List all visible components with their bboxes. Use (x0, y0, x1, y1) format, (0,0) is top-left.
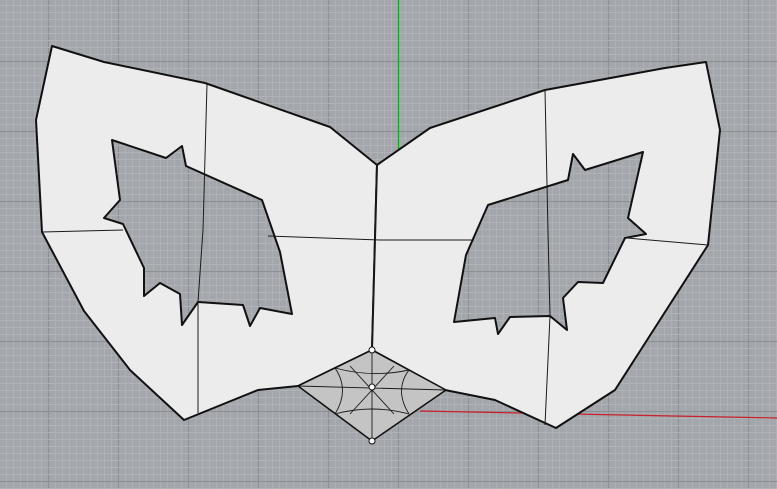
viewport-canvas[interactable] (0, 0, 777, 489)
control-point-top[interactable] (368, 346, 376, 354)
control-point-center[interactable] (368, 383, 376, 391)
3d-viewport[interactable] (0, 0, 777, 489)
control-point-bottom[interactable] (368, 437, 376, 445)
